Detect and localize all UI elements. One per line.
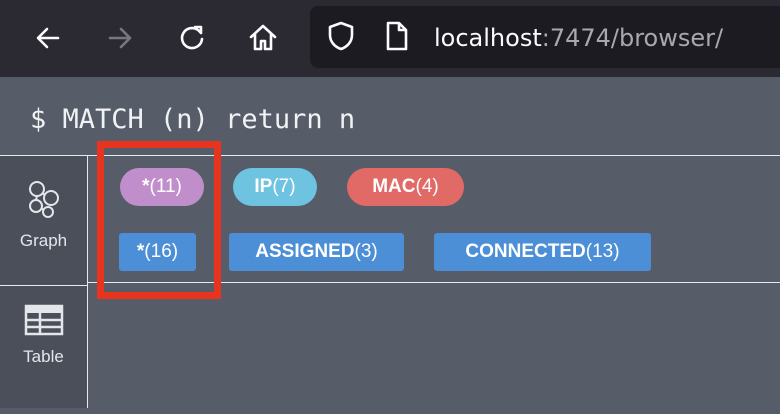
rel-count: (13) [585, 241, 620, 262]
reload-icon[interactable] [172, 18, 212, 58]
graph-icon [24, 176, 64, 225]
url-bar[interactable]: localhost:7474/browser/ [310, 6, 780, 68]
home-icon[interactable] [243, 18, 283, 58]
label-name: MAC [372, 176, 416, 197]
rel-count: (3) [354, 241, 378, 262]
url-host: localhost [434, 24, 542, 52]
node-label-ip[interactable]: IP(7) [233, 168, 317, 206]
label-name: IP [254, 176, 273, 197]
url-path: :7474/browser/ [541, 24, 724, 52]
sidebar-item-label: Graph [19, 231, 68, 250]
result-view-sidebar: Graph Table [0, 155, 88, 408]
table-icon [24, 304, 64, 341]
sidebar-item-label: Table [23, 347, 64, 366]
browser-toolbar: localhost:7474/browser/ [0, 0, 780, 77]
url-text[interactable]: localhost:7474/browser/ [434, 24, 723, 52]
relationship-type-connected[interactable]: CONNECTED(13) [434, 233, 651, 271]
label-count: (4) [415, 176, 439, 197]
label-count: (7) [272, 176, 296, 197]
sidebar-item-graph[interactable]: Graph [0, 156, 87, 284]
shield-icon[interactable] [326, 20, 356, 57]
rel-name: ASSIGNED [255, 241, 355, 262]
sidebar-item-table[interactable]: Table [0, 285, 87, 414]
rel-name: CONNECTED [465, 241, 586, 262]
highlight-box [97, 141, 221, 299]
relationship-type-assigned[interactable]: ASSIGNED(3) [229, 233, 404, 271]
node-label-mac[interactable]: MAC(4) [347, 168, 464, 206]
back-arrow-icon[interactable] [28, 18, 68, 58]
query-text[interactable]: $ MATCH (n) return n [30, 104, 355, 136]
page-icon[interactable] [384, 20, 410, 57]
forward-arrow-icon[interactable] [100, 18, 140, 58]
